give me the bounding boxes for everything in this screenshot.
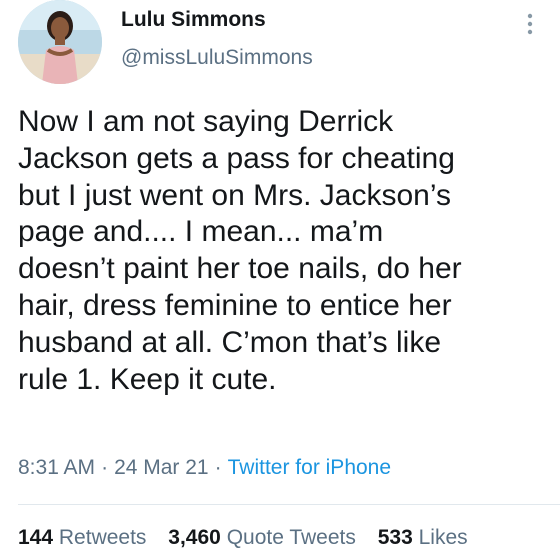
- divider: [18, 504, 560, 505]
- meta-separator: ·: [214, 456, 222, 479]
- quote-tweets-stat[interactable]: 3,460 Quote Tweets: [168, 526, 356, 549]
- avatar[interactable]: [18, 0, 102, 84]
- retweets-count: 144: [18, 526, 54, 549]
- quote-tweets-count: 3,460: [168, 526, 221, 549]
- tweet-meta: 8:31 AM · 24 Mar 21 · Twitter for iPhone: [18, 456, 391, 480]
- quote-tweets-label: Quote Tweets: [226, 526, 356, 549]
- retweets-stat[interactable]: 144 Retweets: [18, 526, 146, 549]
- tweet-date[interactable]: 24 Mar 21: [114, 456, 209, 479]
- tweet-text: Now I am not saying Derrick Jackson gets…: [18, 105, 462, 396]
- profile-photo-icon: [18, 0, 102, 84]
- tweet-time[interactable]: 8:31 AM: [18, 456, 95, 479]
- more-options-icon[interactable]: [520, 10, 540, 40]
- tweet-source-link[interactable]: Twitter for iPhone: [228, 456, 391, 479]
- display-name[interactable]: Lulu Simmons: [121, 8, 266, 32]
- likes-label: Likes: [418, 526, 468, 549]
- tweet-stats: 144 Retweets 3,460 Quote Tweets 533 Like…: [18, 526, 468, 550]
- likes-stat[interactable]: 533 Likes: [378, 526, 468, 549]
- meta-separator: ·: [101, 456, 109, 479]
- user-handle[interactable]: @missLuluSimmons: [121, 46, 313, 70]
- likes-count: 533: [377, 526, 413, 549]
- retweets-label: Retweets: [58, 526, 147, 549]
